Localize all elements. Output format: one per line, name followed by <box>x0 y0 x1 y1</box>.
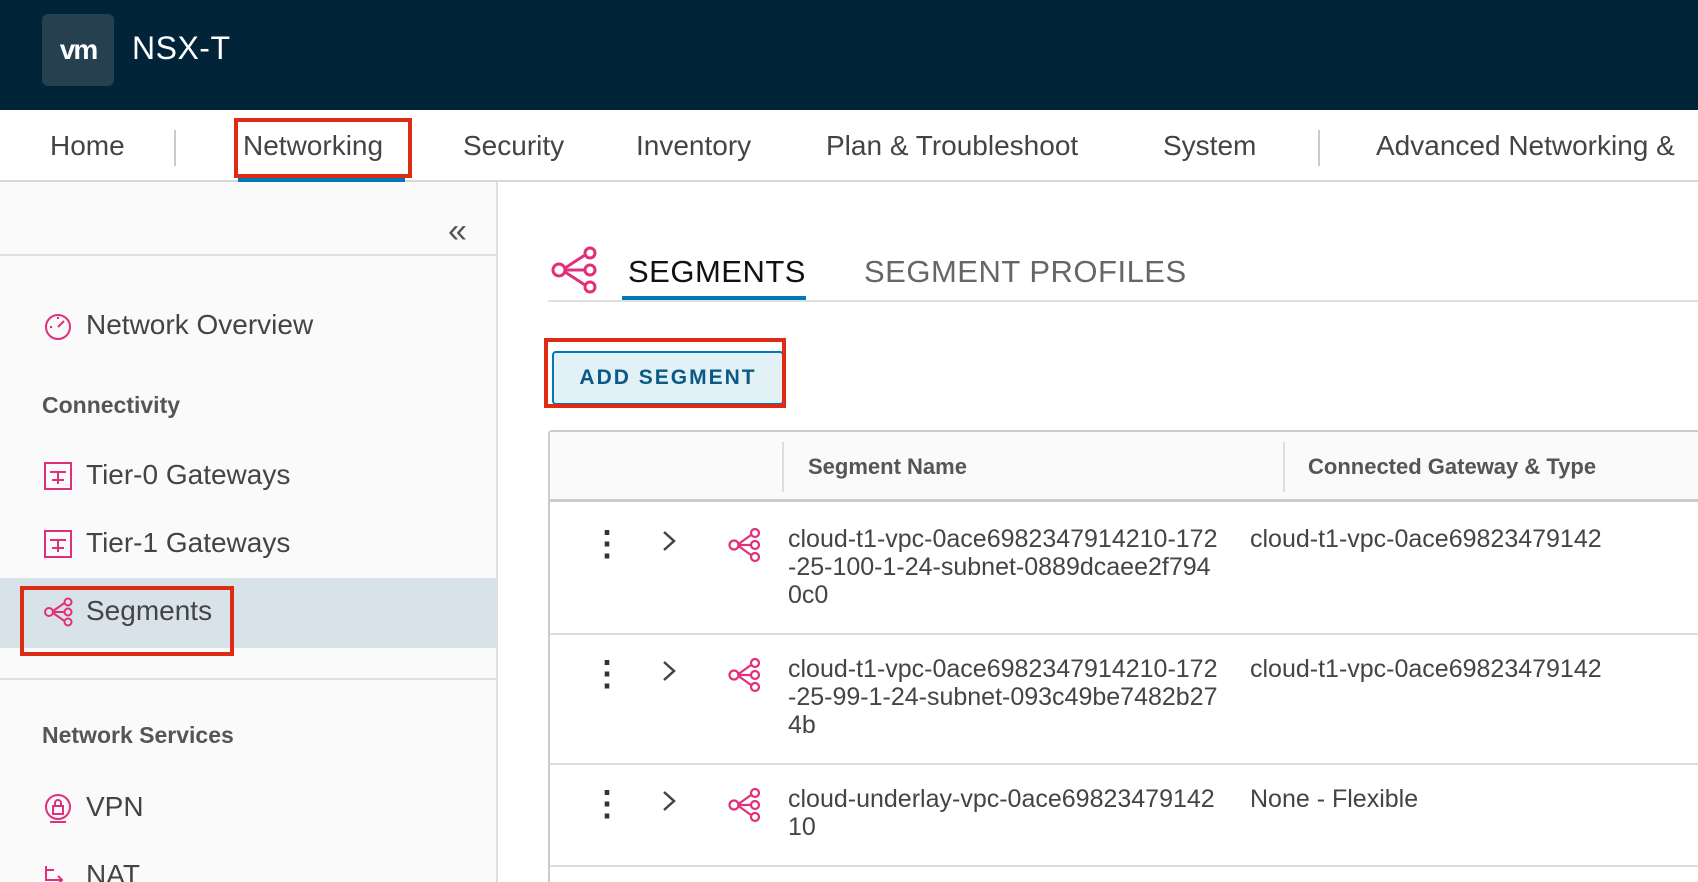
segment-name-cell[interactable]: cloud-t1-vpc-0ace6982347914210-172-25-10… <box>788 525 1218 609</box>
sidebar-item-label: Segments <box>86 595 213 626</box>
column-separator[interactable] <box>1283 442 1285 492</box>
sidebar-divider <box>0 254 498 256</box>
app-title: NSX-T <box>132 30 231 66</box>
sidebar-item-tier0-gateways[interactable]: Tier-0 Gateways <box>0 442 496 512</box>
vmware-logo[interactable]: vm <box>42 14 114 86</box>
segment-icon <box>551 246 597 294</box>
sidebar-item-segments[interactable]: Segments <box>0 578 496 648</box>
connected-gateway-cell: None - Flexible <box>1250 785 1419 813</box>
segment-icon <box>728 787 761 823</box>
tab-segment-profiles[interactable]: SEGMENT PROFILES <box>864 254 1187 290</box>
nav-home[interactable]: Home <box>50 130 125 162</box>
sidebar-divider <box>0 678 498 680</box>
nav-separator <box>174 130 176 166</box>
table-row[interactable]: ⋮ cloud-t1-vpc-0ace6982347914210-172-25-… <box>550 635 1698 765</box>
dashboard-gauge-icon <box>45 314 71 340</box>
table-row[interactable]: ⋮ cloud-underlay-vpc-0ace6982347914210 N… <box>550 765 1698 867</box>
sidebar-item-label: Tier-1 Gateways <box>86 527 291 558</box>
row-actions-kebab-icon[interactable]: ⋮ <box>590 527 624 561</box>
sidebar: « Network Overview Connectivity Tier-0 G… <box>0 182 498 882</box>
segments-table: Segment Name Connected Gateway & Type ⋮ … <box>548 430 1698 882</box>
segment-icon <box>728 527 761 563</box>
connected-gateway-cell: cloud-t1-vpc-0ace69823479142 <box>1250 525 1602 553</box>
segment-icon <box>728 657 761 693</box>
table-header: Segment Name Connected Gateway & Type <box>550 432 1698 502</box>
nav-security[interactable]: Security <box>463 130 564 162</box>
nav-separator <box>1318 130 1320 166</box>
nav-system[interactable]: System <box>1163 130 1256 162</box>
connected-gateway-cell: cloud-t1-vpc-0ace69823479142 <box>1250 655 1602 683</box>
expand-chevron-right-icon[interactable] <box>658 789 680 813</box>
segment-name-cell[interactable]: cloud-underlay-vpc-0ace6982347914210 <box>788 785 1218 841</box>
add-segment-button[interactable]: ADD SEGMENT <box>552 351 784 405</box>
column-header-connected-gateway[interactable]: Connected Gateway & Type <box>1308 454 1596 480</box>
section-title-connectivity: Connectivity <box>42 392 181 418</box>
expand-chevron-right-icon[interactable] <box>658 529 680 553</box>
sidebar-item-network-overview[interactable]: Network Overview <box>0 292 496 362</box>
main-content: SEGMENTS SEGMENT PROFILES ADD SEGMENT Se… <box>500 182 1698 882</box>
sidebar-item-label: VPN <box>86 791 144 822</box>
vpn-lock-icon <box>45 794 71 823</box>
segment-icon <box>44 597 73 627</box>
sidebar-item-label: Tier-0 Gateways <box>86 459 291 490</box>
column-header-segment-name[interactable]: Segment Name <box>808 454 967 480</box>
nat-icon <box>45 866 64 882</box>
section-title-network-services: Network Services <box>42 722 234 748</box>
nav-advanced-networking[interactable]: Advanced Networking & <box>1376 130 1675 162</box>
gateway-icon <box>44 462 72 490</box>
row-actions-kebab-icon[interactable]: ⋮ <box>590 787 624 821</box>
nav-networking[interactable]: Networking <box>243 130 383 162</box>
app-header: vm NSX-T <box>0 0 1698 110</box>
segment-name-cell[interactable]: cloud-t1-vpc-0ace6982347914210-172-25-99… <box>788 655 1218 739</box>
sidebar-item-tier1-gateways[interactable]: Tier-1 Gateways <box>0 510 496 580</box>
sidebar-item-nat[interactable]: NAT <box>0 842 496 882</box>
nav-plan-troubleshoot[interactable]: Plan & Troubleshoot <box>826 130 1078 162</box>
tabs-divider <box>548 300 1698 302</box>
expand-chevron-right-icon[interactable] <box>658 659 680 683</box>
collapse-sidebar-icon[interactable]: « <box>448 212 467 251</box>
column-separator[interactable] <box>782 442 784 492</box>
tab-segments[interactable]: SEGMENTS <box>628 254 806 290</box>
sidebar-item-label: NAT <box>86 859 140 882</box>
sidebar-item-vpn[interactable]: VPN <box>0 774 496 844</box>
sidebar-item-label: Network Overview <box>86 309 314 340</box>
gateway-icon <box>44 530 72 558</box>
top-navigation: Home Networking Security Inventory Plan … <box>0 110 1698 182</box>
nav-inventory[interactable]: Inventory <box>636 130 751 162</box>
table-row[interactable]: ⋮ cloud-t1-vpc-0ace6982347914210-172-25-… <box>550 505 1698 635</box>
row-actions-kebab-icon[interactable]: ⋮ <box>590 657 624 691</box>
